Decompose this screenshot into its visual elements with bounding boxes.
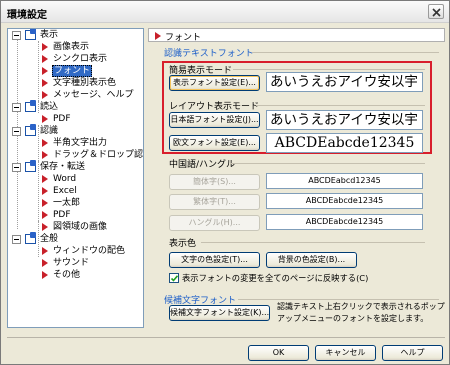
arrow-icon <box>42 271 48 279</box>
simplified-preview: ABCDEabcd12345 <box>266 173 423 189</box>
arrow-icon <box>42 43 48 51</box>
candidate-font-description-line1: 認識テキスト上右クリックで表示されるポップ <box>277 302 445 311</box>
window-title: 環境設定 <box>7 10 47 21</box>
tree-item-image-display[interactable]: 画像表示 <box>8 41 143 53</box>
group-divider <box>238 299 439 300</box>
panel-header: フォント <box>148 28 445 43</box>
chinese-hangul-label: 中国語/ハングル <box>169 160 236 170</box>
group-divider <box>233 69 425 70</box>
close-button[interactable] <box>428 4 444 19</box>
arrow-icon <box>42 175 48 183</box>
help-button[interactable]: ヘルプ <box>382 345 443 361</box>
title-bar: 環境設定 <box>1 1 449 23</box>
display-category-icon <box>25 29 36 40</box>
recognized-font-group-label: 認識テキストフォント <box>164 49 254 59</box>
tree-item-word[interactable]: Word <box>8 173 143 185</box>
tree-item-sync-display[interactable]: シンクロ表示 <box>8 53 143 65</box>
layout-mode-label: レイアウト表示モード <box>169 102 260 112</box>
ok-button[interactable]: OK <box>248 345 309 361</box>
footer-divider <box>7 337 445 338</box>
recognition-category-icon <box>25 124 36 136</box>
apply-all-pages-label[interactable]: 表示フォントの変更を全てのページに反映する(C) <box>182 272 368 284</box>
tree-item-region-image[interactable]: 図領域の画像 <box>8 221 143 233</box>
arrow-icon <box>42 115 48 123</box>
group-divider <box>252 52 439 53</box>
settings-dialog: 環境設定 表示 画像表示 シンクロ表示 フォント 文字種別表示色 メッセージ、ヘ… <box>0 0 450 365</box>
group-divider <box>201 242 425 243</box>
arrow-icon <box>42 91 48 99</box>
settings-tree[interactable]: 表示 画像表示 シンクロ表示 フォント 文字種別表示色 メッセージ、ヘルプ 読込 <box>7 28 144 328</box>
candidate-font-button[interactable]: 候補文字フォント設定(K)... <box>169 305 270 321</box>
tree-item-message-help[interactable]: メッセージ、ヘルプ <box>8 89 143 101</box>
collapse-icon[interactable] <box>12 127 21 136</box>
arrow-icon <box>42 55 48 63</box>
tree-item-save-pdf[interactable]: PDF <box>8 209 143 221</box>
arrow-icon <box>42 187 48 195</box>
cancel-button[interactable]: キャンセル <box>315 345 376 361</box>
candidate-font-description-line2: アップメニューのフォントを設定します。 <box>277 314 429 323</box>
panel-title: フォント <box>165 33 202 43</box>
tree-category-read[interactable]: 読込 <box>8 100 143 113</box>
hangul-button[interactable]: ハングル(H)... <box>169 215 260 231</box>
tree-item-sound[interactable]: サウンド <box>8 257 143 269</box>
collapse-icon[interactable] <box>12 163 21 172</box>
english-font-preview: ABCDEabcde12345 <box>266 133 423 153</box>
tree-item-excel[interactable]: Excel <box>8 185 143 197</box>
general-category-icon <box>25 232 36 244</box>
arrow-icon <box>42 211 48 219</box>
arrow-icon <box>42 67 48 75</box>
tree-item-window-color[interactable]: ウィンドウの配色 <box>8 245 143 257</box>
arrow-icon <box>42 199 48 207</box>
tree-category-save[interactable]: 保存・転送 <box>8 160 143 173</box>
hangul-preview: ABCDEabcde12345 <box>266 214 423 230</box>
arrow-icon <box>42 79 48 87</box>
display-color-label: 表示色 <box>169 239 197 249</box>
arrow-icon <box>42 259 48 267</box>
read-category-icon <box>25 100 36 112</box>
tree-item-other[interactable]: その他 <box>8 269 143 281</box>
arrow-icon <box>42 151 48 159</box>
apply-all-pages-checkbox[interactable] <box>169 273 179 283</box>
group-divider <box>256 105 425 106</box>
traditional-chinese-button[interactable]: 繁体字(T)... <box>169 194 260 210</box>
english-font-button[interactable]: 欧文フォント設定(E)... <box>169 135 260 151</box>
arrow-icon <box>155 32 161 43</box>
tree-item-read-pdf[interactable]: PDF <box>8 113 143 125</box>
arrow-icon <box>42 247 48 255</box>
arrow-icon <box>42 139 48 147</box>
tree-item-char-color[interactable]: 文字種別表示色 <box>8 77 143 89</box>
display-font-button[interactable]: 表示フォント設定(E)... <box>169 75 260 91</box>
text-color-button[interactable]: 文字の色設定(T)... <box>169 252 260 268</box>
check-icon <box>170 275 179 282</box>
display-font-preview: あいうえおアイウ安以宇 <box>266 72 423 92</box>
tree-item-font[interactable]: フォント <box>8 65 143 77</box>
tree-category-display[interactable]: 表示 <box>8 29 143 41</box>
collapse-icon[interactable] <box>12 103 21 112</box>
japanese-font-preview: あいうえおアイウ安以宇 <box>266 110 423 130</box>
tree-item-drag-drop[interactable]: ドラッグ＆ドロップ認識 <box>8 149 143 161</box>
tree-category-general[interactable]: 全般 <box>8 232 143 245</box>
arrow-icon <box>42 223 48 231</box>
japanese-font-button[interactable]: 日本語フォント設定(J)... <box>169 112 260 128</box>
tree-item-halfwidth[interactable]: 半角文字出力 <box>8 137 143 149</box>
group-divider <box>230 163 425 164</box>
simplified-chinese-button[interactable]: 簡体字(S)... <box>169 174 260 190</box>
tree-category-recognition[interactable]: 認識 <box>8 124 143 137</box>
tree-item-ichitaro[interactable]: 一太郎 <box>8 197 143 209</box>
background-color-button[interactable]: 背景の色設定(B)... <box>266 252 357 268</box>
save-category-icon <box>25 160 36 172</box>
collapse-icon[interactable] <box>12 235 21 244</box>
traditional-preview: ABCDEabcde12345 <box>266 193 423 209</box>
collapse-icon[interactable] <box>12 31 21 40</box>
